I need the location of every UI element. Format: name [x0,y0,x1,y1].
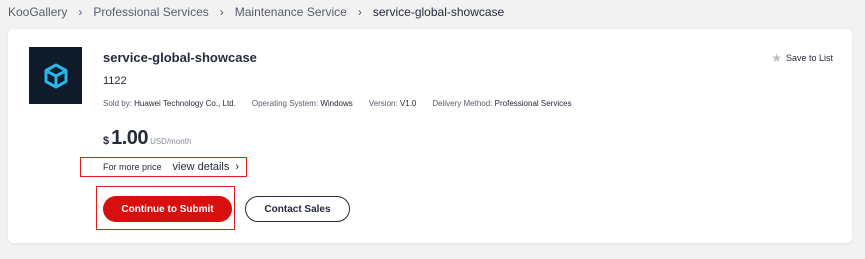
chevron-right-icon: › [219,5,224,19]
product-subtitle: 1122 [103,75,127,87]
product-card: service-global-showcase 1122 Sold by: Hu… [8,29,852,243]
price-unit: USD/month [150,137,192,146]
more-price-label: For more price [103,162,162,172]
contact-sales-button[interactable]: Contact Sales [245,196,350,222]
chevron-right-icon: › [357,5,362,19]
price-amount: 1.00 [111,127,149,149]
meta-delivery-method: Delivery Method: Professional Services [432,99,572,108]
save-to-list-button[interactable]: ★ Save to List [771,52,833,64]
breadcrumb: KooGallery › Professional Services › Mai… [8,5,504,19]
price-currency: $ [103,135,110,147]
cube-icon [44,63,67,88]
meta-operating-system: Operating System: Windows [251,99,353,108]
product-meta: Sold by: Huawei Technology Co., Ltd. Ope… [103,99,588,108]
star-icon: ★ [771,51,782,65]
chevron-right-icon: › [235,161,240,173]
price: $ 1.00 USD/month [103,127,191,150]
product-logo [29,47,82,104]
breadcrumb-maintenance-service[interactable]: Maintenance Service [235,5,347,19]
breadcrumb-professional-services[interactable]: Professional Services [93,5,208,19]
continue-to-submit-button[interactable]: Continue to Submit [103,196,232,222]
breadcrumb-current: service-global-showcase [372,5,505,19]
view-details-link[interactable]: view details › [173,161,240,173]
meta-sold-by: Sold by: Huawei Technology Co., Ltd. [103,99,236,108]
breadcrumb-koogallery[interactable]: KooGallery [8,5,67,19]
save-to-list-label: Save to List [785,53,833,63]
chevron-right-icon: › [78,5,83,19]
product-title: service-global-showcase [103,50,257,65]
more-price-box: For more price view details › [80,157,247,177]
meta-version: Version: V1.0 [368,99,417,108]
